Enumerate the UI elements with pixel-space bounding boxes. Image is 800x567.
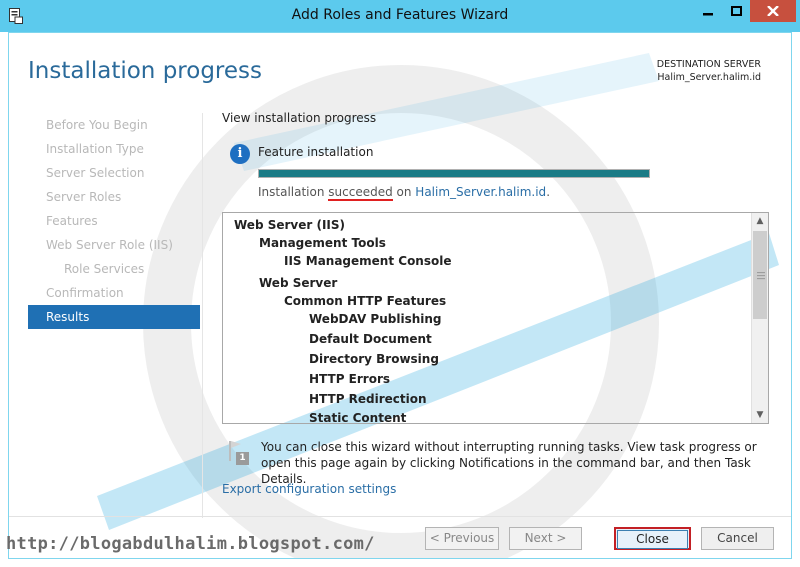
feature-installation-label: Feature installation bbox=[258, 145, 374, 159]
scroll-down-arrow-icon[interactable]: ▼ bbox=[752, 407, 768, 423]
close-icon bbox=[767, 6, 779, 16]
nav-item-server-roles: Server Roles bbox=[46, 190, 122, 204]
installation-progress-bar bbox=[258, 169, 650, 178]
grip-icon: ― ― ― bbox=[757, 268, 765, 283]
flag-badge: 1 bbox=[239, 453, 246, 463]
window-title: Add Roles and Features Wizard bbox=[291, 7, 509, 23]
results-scrollbar[interactable]: ▲ ― ― ― ▼ bbox=[751, 213, 768, 423]
nav-item-installation-type: Installation Type bbox=[46, 142, 144, 156]
nav-item-before-you-begin: Before You Begin bbox=[46, 118, 148, 132]
list-item: Web Server (IIS) bbox=[234, 218, 346, 232]
nav-divider bbox=[202, 113, 203, 518]
wizard-frame: Installation progress DESTINATION SERVER… bbox=[8, 32, 792, 559]
minimize-icon bbox=[703, 13, 713, 16]
nav-item-results[interactable]: Results bbox=[28, 305, 200, 329]
list-item: Management Tools bbox=[259, 236, 386, 250]
scroll-up-arrow-icon[interactable]: ▲ bbox=[752, 213, 768, 229]
page-title: Installation progress bbox=[28, 58, 262, 84]
list-item: Default Document bbox=[309, 332, 432, 346]
section-heading: View installation progress bbox=[222, 111, 377, 125]
next-button[interactable]: Next > bbox=[509, 527, 582, 550]
list-item: IIS Management Console bbox=[284, 254, 452, 268]
list-item: Common HTTP Features bbox=[284, 294, 447, 308]
watermark-url: http://blogabdulhalim.blogspot.com/ bbox=[6, 534, 375, 554]
close-wizard-note: You can close this wizard without interr… bbox=[261, 440, 757, 486]
list-item: Directory Browsing bbox=[309, 352, 439, 366]
previous-button[interactable]: < Previous bbox=[425, 527, 499, 550]
close-button-label: Close bbox=[617, 530, 688, 549]
status-middle: on bbox=[392, 185, 416, 199]
nav-item-server-selection: Server Selection bbox=[46, 166, 145, 180]
destination-label: DESTINATION SERVER bbox=[656, 59, 761, 70]
status-server: Halim_Server.halim.id bbox=[415, 185, 547, 199]
list-item: HTTP Errors bbox=[309, 372, 390, 386]
list-item: Static Content bbox=[309, 411, 407, 423]
close-button[interactable]: Close bbox=[614, 527, 691, 550]
results-list-box[interactable]: Web Server (IIS) Management Tools IIS Ma… bbox=[222, 212, 769, 424]
list-item: Web Server bbox=[259, 276, 338, 290]
window-close-button[interactable] bbox=[750, 0, 796, 22]
title-bar: Add Roles and Features Wizard bbox=[0, 0, 800, 32]
nav-item-role-services: Role Services bbox=[64, 262, 145, 276]
footer-divider bbox=[9, 516, 791, 517]
nav-item-web-server-role: Web Server Role (IIS) bbox=[46, 238, 173, 252]
destination-server-name: Halim_Server.halim.id bbox=[657, 72, 761, 83]
minimize-button[interactable] bbox=[693, 0, 723, 22]
nav-item-confirmation: Confirmation bbox=[46, 286, 124, 300]
info-icon: i bbox=[230, 144, 250, 164]
maximize-icon bbox=[731, 6, 742, 16]
export-configuration-link[interactable]: Export configuration settings bbox=[222, 482, 396, 496]
list-item: WebDAV Publishing bbox=[309, 312, 442, 326]
list-item: HTTP Redirection bbox=[309, 392, 427, 406]
maximize-button[interactable] bbox=[724, 0, 749, 22]
status-succeeded: succeeded bbox=[328, 185, 393, 201]
cancel-button[interactable]: Cancel bbox=[701, 527, 774, 550]
status-suffix: . bbox=[546, 185, 551, 199]
results-list: Web Server (IIS) Management Tools IIS Ma… bbox=[223, 213, 751, 423]
status-prefix: Installation bbox=[258, 185, 329, 199]
installation-status: Installation succeeded on Halim_Server.h… bbox=[258, 185, 551, 201]
destination-server: DESTINATION SERVER Halim_Server.halim.id bbox=[657, 58, 761, 84]
progress-fill bbox=[259, 170, 649, 177]
scroll-thumb[interactable]: ― ― ― bbox=[753, 231, 767, 319]
wizard-nav: Before You Begin Installation Type Serve… bbox=[28, 113, 200, 329]
nav-item-features: Features bbox=[46, 214, 98, 228]
